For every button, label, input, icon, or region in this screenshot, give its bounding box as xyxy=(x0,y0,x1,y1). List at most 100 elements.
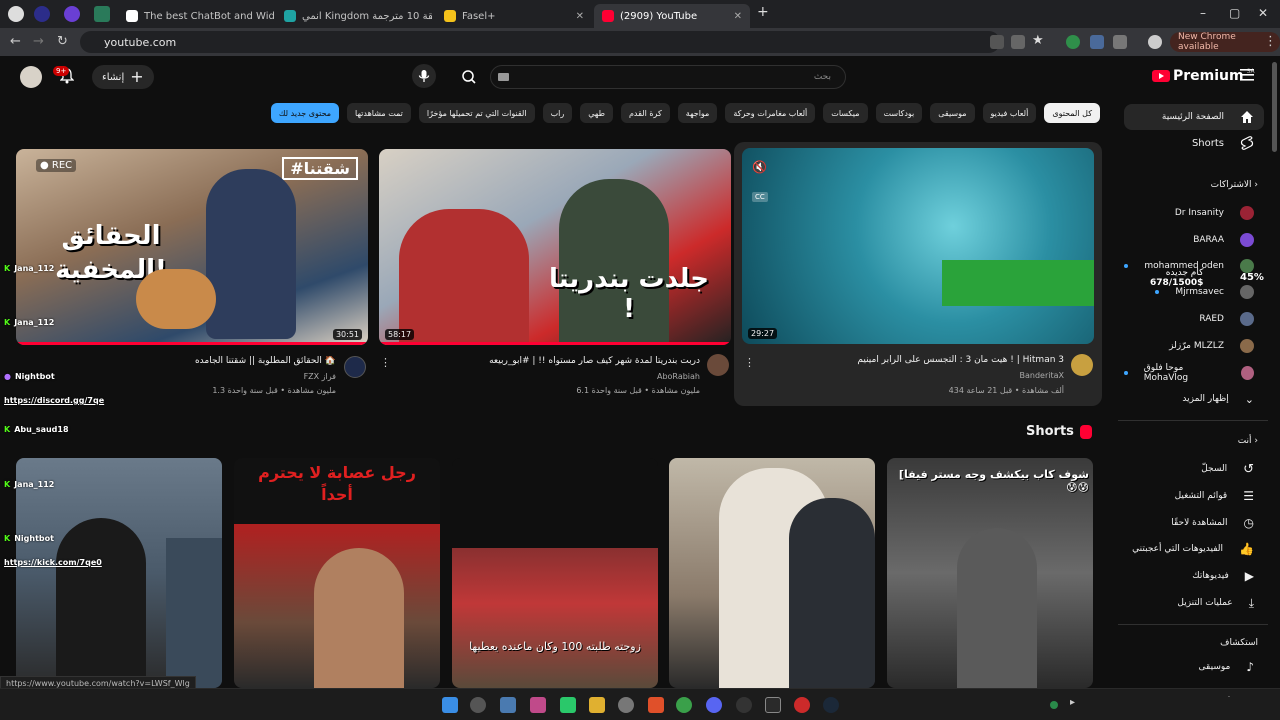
close-window-button[interactable]: ✕ xyxy=(1258,6,1268,20)
chat-link[interactable]: https://kick.com/7qe0 xyxy=(4,558,102,567)
windows-start-icon[interactable] xyxy=(442,697,458,713)
pinned-tab-icon[interactable] xyxy=(94,6,110,22)
channel-avatar[interactable] xyxy=(1071,354,1093,376)
chip[interactable]: بودكاست xyxy=(875,103,923,123)
profile-avatar-icon[interactable] xyxy=(1148,35,1162,49)
chip[interactable]: تمت مشاهدتها xyxy=(347,103,411,123)
settings-gear-icon[interactable] xyxy=(618,697,634,713)
video-thumbnail[interactable]: جلدت بندريتا ! 58:17 xyxy=(379,149,731,345)
sidebar-item-liked[interactable]: الفيديوهات التي أعجبتني 👍 xyxy=(1124,536,1264,562)
short-thumbnail[interactable] xyxy=(16,458,222,688)
clock[interactable]: · xyxy=(1212,693,1246,717)
chat-link[interactable]: https://discord.gg/7qe xyxy=(4,396,104,405)
video-thumbnail[interactable]: ● REC #شقتنا الحقائق المخفية! 30:51 xyxy=(16,149,368,345)
sidebar-item-history[interactable]: السجلّ ↺ xyxy=(1124,456,1264,482)
translate-icon[interactable] xyxy=(1011,35,1025,49)
app-icon[interactable] xyxy=(794,697,810,713)
search-input[interactable]: بحث xyxy=(490,65,846,89)
steam-icon[interactable] xyxy=(823,697,839,713)
chip[interactable]: القنوات التي تم تحميلها مؤخرًا xyxy=(418,103,535,123)
address-bar[interactable]: youtube.com xyxy=(80,31,1000,53)
pinned-tab-icon[interactable] xyxy=(34,6,50,22)
account-avatar[interactable] xyxy=(20,66,42,88)
video-title[interactable]: هيت مان 3 : التجسس على الرابر امينيم ! |… xyxy=(820,355,1064,365)
chip-all[interactable]: كل المحتوى xyxy=(1044,103,1100,123)
subscription-item[interactable]: RAED xyxy=(1124,306,1264,332)
app-icon[interactable] xyxy=(736,697,752,713)
channel-avatar[interactable] xyxy=(344,356,366,378)
tab-fasel[interactable]: Fasel+ ✕ xyxy=(436,4,592,28)
mute-icon[interactable]: 🔇 xyxy=(752,160,767,174)
tab-chatbot[interactable]: The best ChatBot and Widgets✕ xyxy=(118,4,274,28)
app-icon[interactable] xyxy=(500,697,516,713)
video-title[interactable]: الحقائق المطلوبة || شقتنا الجامده 🏠 xyxy=(160,356,336,366)
more-options-icon[interactable]: ⋮ xyxy=(744,356,755,369)
pinned-tab-icon[interactable] xyxy=(8,6,24,22)
chip[interactable]: راب xyxy=(542,103,573,123)
maximize-button[interactable]: ▢ xyxy=(1229,6,1240,20)
close-tab-icon[interactable]: ✕ xyxy=(734,11,742,22)
video-channel[interactable]: FZX فراز xyxy=(160,372,336,381)
sidebar-item-music[interactable]: موسيقى ♪ xyxy=(1124,654,1264,680)
tray-icon[interactable] xyxy=(1050,701,1058,709)
search-icon[interactable] xyxy=(470,697,486,713)
sidebar-item-your-videos[interactable]: فيديوهاتك ▶ xyxy=(1124,563,1264,589)
terminal-icon[interactable] xyxy=(765,697,781,713)
cast-icon[interactable] xyxy=(990,35,1004,49)
sidebar-item-downloads[interactable]: عمليات التنزيل ⤓ xyxy=(1124,590,1264,616)
tab-youtube[interactable]: (2909) YouTube ✕ xyxy=(594,4,750,28)
sidebar-item-watch-later[interactable]: المشاهدة لاحقًا ◷ xyxy=(1124,510,1264,536)
subscriptions-heading[interactable]: الاشتراكات › xyxy=(1211,180,1258,190)
voice-search-button[interactable] xyxy=(412,64,436,88)
new-tab-button[interactable]: + xyxy=(757,4,769,20)
extensions-puzzle-icon[interactable] xyxy=(1113,35,1127,49)
hamburger-menu-icon[interactable] xyxy=(1240,69,1254,81)
pinned-tab-icon[interactable] xyxy=(64,6,80,22)
file-explorer-icon[interactable] xyxy=(589,697,605,713)
extension-icon[interactable] xyxy=(1066,35,1080,49)
show-more-button[interactable]: إظهار المزيد ⌄ xyxy=(1124,386,1264,412)
sidebar-item-playlists[interactable]: قوائم التشغيل ☰ xyxy=(1124,483,1264,509)
you-heading[interactable]: أنت › xyxy=(1238,436,1258,446)
close-tab-icon[interactable]: ✕ xyxy=(576,11,584,22)
chip[interactable]: ألعاب فيديو xyxy=(982,103,1037,123)
brave-browser-icon[interactable] xyxy=(648,697,664,713)
video-title[interactable]: دربت بندريتا لمدة شهر كيف صار مستواه !! … xyxy=(480,356,700,366)
chip[interactable]: ميكسات xyxy=(823,103,868,123)
short-thumbnail[interactable]: زوجته طلبته 100 وكان ماعنده يعطيها xyxy=(452,458,658,688)
back-arrow-icon[interactable]: ← xyxy=(10,34,21,49)
chip[interactable]: طهي xyxy=(580,103,613,123)
chip[interactable]: مواجهة xyxy=(677,103,718,123)
keyboard-icon[interactable] xyxy=(498,73,509,81)
channel-avatar[interactable] xyxy=(707,354,729,376)
short-thumbnail[interactable]: رجل عصابة لا يحترم أحداً xyxy=(234,458,440,688)
chip-new-for-you[interactable]: محتوى جديد لك xyxy=(270,103,340,123)
subscription-item[interactable]: مرّزلز MLZLZ xyxy=(1124,333,1264,359)
app-icon[interactable] xyxy=(560,697,576,713)
short-thumbnail[interactable] xyxy=(669,458,875,688)
create-button[interactable]: إنشاء + xyxy=(92,65,154,89)
minimize-button[interactable]: – xyxy=(1200,6,1206,20)
forward-arrow-icon[interactable]: → xyxy=(33,34,44,49)
discord-icon[interactable] xyxy=(706,697,722,713)
app-icon[interactable] xyxy=(530,697,546,713)
chrome-menu-icon[interactable]: ⋮ xyxy=(1264,34,1277,49)
reload-icon[interactable]: ↻ xyxy=(57,34,68,49)
subscription-item[interactable]: BARAA xyxy=(1124,227,1264,253)
subscription-item[interactable]: Dr Insanity xyxy=(1124,200,1264,226)
sidebar-item-home[interactable]: الصفحة الرئيسية xyxy=(1124,104,1264,130)
extension-icon[interactable] xyxy=(1090,35,1104,49)
video-channel[interactable]: BanderitaX xyxy=(820,371,1065,380)
chrome-icon[interactable] xyxy=(676,697,692,713)
chip[interactable]: كرة القدم xyxy=(620,103,670,123)
closed-captions-icon[interactable]: CC xyxy=(752,192,768,202)
sidebar-item-shorts[interactable]: Shorts xyxy=(1124,130,1264,156)
short-thumbnail[interactable]: [شوف كاب بيكشف وجه مستر فيفا😰😰 xyxy=(887,458,1093,688)
tray-arrow-icon[interactable]: ▸ xyxy=(1070,697,1086,713)
bookmark-star-icon[interactable]: ★ xyxy=(1032,33,1044,48)
video-preview-player[interactable]: 🔇 CC 29:27 xyxy=(742,148,1094,344)
tab-kingdom[interactable]: انمي Kingdom الحلقة 10 مترجمة✕ xyxy=(276,4,432,28)
search-button[interactable] xyxy=(456,65,482,89)
video-channel[interactable]: AboRabiah xyxy=(480,372,700,381)
page-scrollbar[interactable] xyxy=(1272,62,1277,152)
